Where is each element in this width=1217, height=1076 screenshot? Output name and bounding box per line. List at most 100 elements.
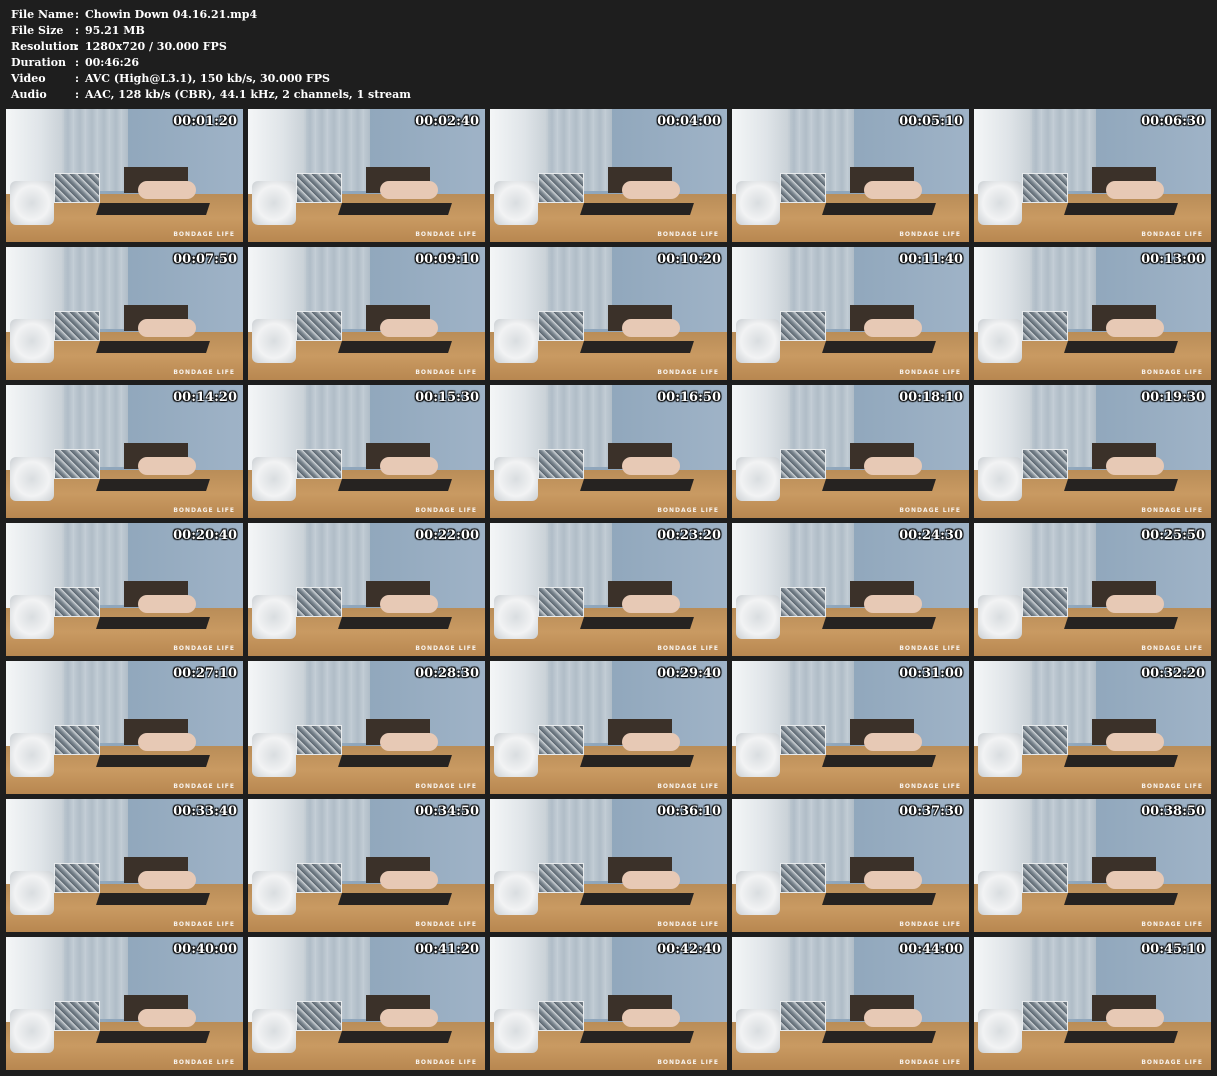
- thumbnail-scene-mat: [1064, 341, 1178, 353]
- thumbnail-scene-crate: [296, 863, 342, 893]
- info-separator: :: [75, 56, 80, 69]
- thumbnail-scene-crate: [538, 587, 584, 617]
- video-thumbnail: 00:09:10 BONDAGE LIFE: [248, 247, 485, 380]
- thumbnail-scene-bin: [494, 595, 538, 639]
- thumbnail-scene-bin: [494, 1009, 538, 1053]
- video-thumbnail: 00:29:40 BONDAGE LIFE: [490, 661, 727, 794]
- watermark-logo: BONDAGE LIFE: [657, 507, 719, 514]
- thumbnail-scene-figure: [380, 457, 438, 475]
- info-separator: :: [75, 88, 80, 101]
- thumbnail-scene-bin: [736, 733, 780, 777]
- thumbnail-scene-figure: [1106, 595, 1164, 613]
- thumbnail-timestamp: 00:25:50: [1141, 528, 1205, 543]
- thumbnail-scene-figure: [138, 871, 196, 889]
- thumbnail-scene-mat: [338, 341, 452, 353]
- video-thumbnail: 00:32:20 BONDAGE LIFE: [974, 661, 1211, 794]
- thumbnail-scene-figure: [864, 1009, 922, 1027]
- thumbnail-scene-bin: [978, 595, 1022, 639]
- thumbnail-timestamp: 00:22:00: [415, 528, 479, 543]
- thumbnail-scene-mat: [338, 617, 452, 629]
- thumbnail-scene-mat: [822, 203, 936, 215]
- thumbnail-scene-bin: [736, 1009, 780, 1053]
- thumbnail-scene-mat: [338, 755, 452, 767]
- thumbnail-scene-bin: [978, 871, 1022, 915]
- video-thumbnail: 00:36:10 BONDAGE LIFE: [490, 799, 727, 932]
- watermark-logo: BONDAGE LIFE: [899, 783, 961, 790]
- thumbnail-scene-mat: [580, 1031, 694, 1043]
- thumbnail-scene-bin: [10, 595, 54, 639]
- thumbnail-timestamp: 00:42:40: [657, 942, 721, 957]
- watermark-logo: BONDAGE LIFE: [173, 507, 235, 514]
- video-thumbnail: 00:37:30 BONDAGE LIFE: [732, 799, 969, 932]
- thumbnail-scene-crate: [54, 725, 100, 755]
- thumbnail-timestamp: 00:33:40: [173, 804, 237, 819]
- watermark-logo: BONDAGE LIFE: [173, 645, 235, 652]
- watermark-logo: BONDAGE LIFE: [173, 1059, 235, 1066]
- info-row: Video: AVC (High@L3.1), 150 kb/s, 30.000 …: [11, 71, 411, 87]
- thumbnail-scene-bin: [10, 1009, 54, 1053]
- thumbnail-scene-crate: [780, 725, 826, 755]
- thumbnail-scene-figure: [1106, 181, 1164, 199]
- thumbnail-scene-mat: [96, 203, 210, 215]
- video-thumbnail: 00:11:40 BONDAGE LIFE: [732, 247, 969, 380]
- watermark-logo: BONDAGE LIFE: [657, 645, 719, 652]
- thumbnail-scene-mat: [580, 203, 694, 215]
- video-thumbnail: 00:20:40 BONDAGE LIFE: [6, 523, 243, 656]
- thumbnail-scene-bin: [10, 319, 54, 363]
- video-thumbnail: 00:33:40 BONDAGE LIFE: [6, 799, 243, 932]
- thumbnail-timestamp: 00:37:30: [899, 804, 963, 819]
- thumbnail-scene-bin: [252, 457, 296, 501]
- thumbnail-timestamp: 00:45:10: [1141, 942, 1205, 957]
- thumbnail-scene-mat: [338, 479, 452, 491]
- thumbnail-scene-mat: [96, 479, 210, 491]
- thumbnail-timestamp: 00:40:00: [173, 942, 237, 957]
- thumbnail-timestamp: 00:07:50: [173, 252, 237, 267]
- watermark-logo: BONDAGE LIFE: [657, 1059, 719, 1066]
- thumbnail-scene-bin: [736, 595, 780, 639]
- video-thumbnail: 00:13:00 BONDAGE LIFE: [974, 247, 1211, 380]
- video-thumbnail: 00:07:50 BONDAGE LIFE: [6, 247, 243, 380]
- info-label: File Size: [11, 24, 64, 37]
- thumbnail-timestamp: 00:18:10: [899, 390, 963, 405]
- info-value: AVC (High@L3.1), 150 kb/s, 30.000 FPS: [85, 72, 330, 85]
- thumbnail-timestamp: 00:27:10: [173, 666, 237, 681]
- thumbnail-scene-mat: [1064, 479, 1178, 491]
- watermark-logo: BONDAGE LIFE: [899, 645, 961, 652]
- info-value: 00:46:26: [85, 56, 140, 69]
- thumbnail-scene-figure: [1106, 1009, 1164, 1027]
- info-separator: :: [75, 72, 80, 85]
- thumbnail-scene-crate: [780, 173, 826, 203]
- thumbnail-scene-bin: [494, 319, 538, 363]
- thumbnail-scene-crate: [296, 1001, 342, 1031]
- video-thumbnail: 00:19:30 BONDAGE LIFE: [974, 385, 1211, 518]
- video-thumbnail: 00:16:50 BONDAGE LIFE: [490, 385, 727, 518]
- thumbnail-scene-crate: [54, 1001, 100, 1031]
- info-label: File Name: [11, 8, 74, 21]
- thumbnail-scene-mat: [338, 893, 452, 905]
- thumbnail-scene-bin: [978, 1009, 1022, 1053]
- thumbnail-scene-figure: [380, 181, 438, 199]
- watermark-logo: BONDAGE LIFE: [1141, 507, 1203, 514]
- thumbnail-scene-crate: [1022, 725, 1068, 755]
- video-thumbnail: 00:18:10 BONDAGE LIFE: [732, 385, 969, 518]
- thumbnail-scene-bin: [494, 871, 538, 915]
- watermark-logo: BONDAGE LIFE: [657, 369, 719, 376]
- thumbnail-scene-bin: [252, 595, 296, 639]
- thumbnail-timestamp: 00:23:20: [657, 528, 721, 543]
- thumbnail-scene-crate: [538, 725, 584, 755]
- thumbnail-scene-crate: [296, 725, 342, 755]
- thumbnail-scene-crate: [780, 449, 826, 479]
- thumbnail-scene-figure: [864, 319, 922, 337]
- thumbnail-scene-mat: [580, 893, 694, 905]
- thumbnail-scene-bin: [252, 319, 296, 363]
- thumbnail-scene-crate: [538, 449, 584, 479]
- thumbnail-timestamp: 00:38:50: [1141, 804, 1205, 819]
- watermark-logo: BONDAGE LIFE: [415, 645, 477, 652]
- info-separator: :: [75, 24, 80, 37]
- thumbnail-timestamp: 00:44:00: [899, 942, 963, 957]
- thumbnail-timestamp: 00:19:30: [1141, 390, 1205, 405]
- video-thumbnail: 00:23:20 BONDAGE LIFE: [490, 523, 727, 656]
- thumbnail-scene-bin: [494, 181, 538, 225]
- thumbnail-scene-crate: [54, 587, 100, 617]
- thumbnail-scene-bin: [494, 733, 538, 777]
